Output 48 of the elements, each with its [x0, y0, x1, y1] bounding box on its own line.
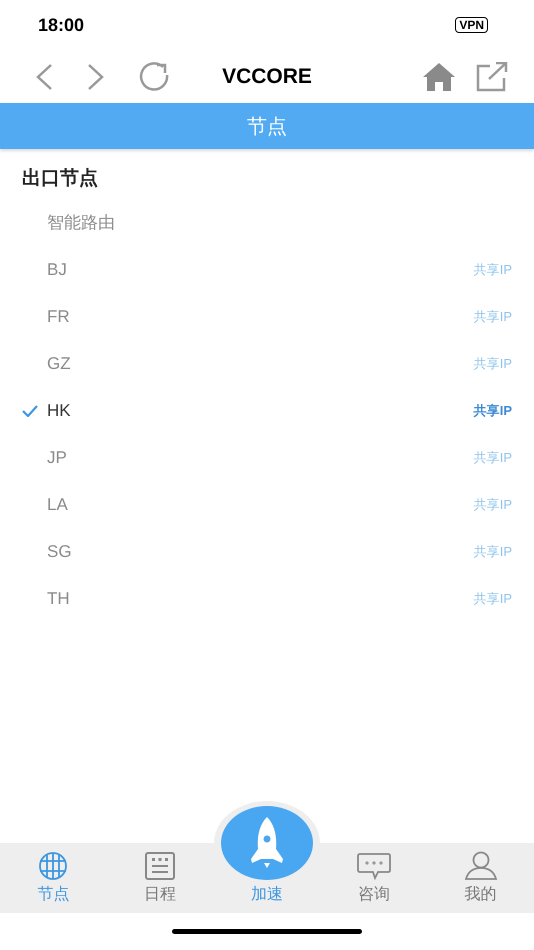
- node-name: HK: [47, 400, 72, 420]
- node-tag: 共享IP: [474, 354, 512, 372]
- back-icon[interactable]: [34, 62, 54, 90]
- node-row[interactable]: SG 共享IP: [0, 528, 534, 575]
- node-name: LA: [47, 494, 69, 514]
- tab-item[interactable]: 节点: [0, 843, 107, 913]
- section-title: 出口节点: [21, 166, 99, 191]
- node-row[interactable]: LA 共享IP: [0, 481, 534, 528]
- node-name: GZ: [47, 354, 72, 374]
- node-row[interactable]: GZ 共享IP: [0, 340, 534, 387]
- app-title: VCCORE: [221, 64, 313, 88]
- tab-item[interactable]: 日程: [106, 843, 214, 913]
- vpn-badge: VPN: [455, 17, 488, 33]
- node-tag: 共享IP: [474, 402, 512, 420]
- chat-icon: [356, 851, 392, 881]
- node-tag: 共享IP: [474, 448, 512, 466]
- node-tag: 共享IP: [474, 496, 512, 514]
- node-tag: 共享IP: [474, 308, 512, 326]
- person-icon: [464, 851, 498, 881]
- calendar-icon: [144, 851, 176, 881]
- node-name: SG: [47, 542, 73, 562]
- tab-label: 我的: [464, 884, 497, 905]
- node-name: FR: [47, 306, 71, 326]
- tab-label: 加速: [250, 884, 283, 905]
- node-tag: 共享IP: [474, 260, 512, 278]
- node-name: 智能路由: [47, 212, 116, 234]
- node-name: JP: [47, 448, 68, 468]
- node-row[interactable]: HK 共享IP: [0, 387, 534, 434]
- node-tag: 共享IP: [474, 590, 512, 608]
- header-title: 节点: [247, 114, 287, 140]
- node-row[interactable]: BJ 共享IP: [0, 246, 534, 293]
- node-tag: 共享IP: [474, 542, 512, 560]
- tab-label: 日程: [144, 885, 176, 905]
- tab-item[interactable]: 我的: [427, 843, 534, 913]
- node-row[interactable]: JP 共享IP: [0, 434, 534, 481]
- node-name: TH: [47, 588, 71, 608]
- node-row[interactable]: FR 共享IP: [0, 293, 534, 340]
- node-name: BJ: [47, 260, 68, 280]
- tab-item[interactable]: 咨询: [320, 843, 428, 913]
- check-icon: [22, 404, 38, 416]
- tab-label: 咨询: [358, 885, 390, 905]
- home-icon[interactable]: [422, 62, 456, 92]
- tab-label: 节点: [37, 884, 70, 905]
- node-row[interactable]: 智能路由: [0, 199, 534, 246]
- node-row[interactable]: TH 共享IP: [0, 575, 534, 622]
- forward-icon[interactable]: [86, 62, 106, 90]
- share-icon[interactable]: [476, 62, 508, 92]
- status-time: 18:00: [38, 14, 84, 36]
